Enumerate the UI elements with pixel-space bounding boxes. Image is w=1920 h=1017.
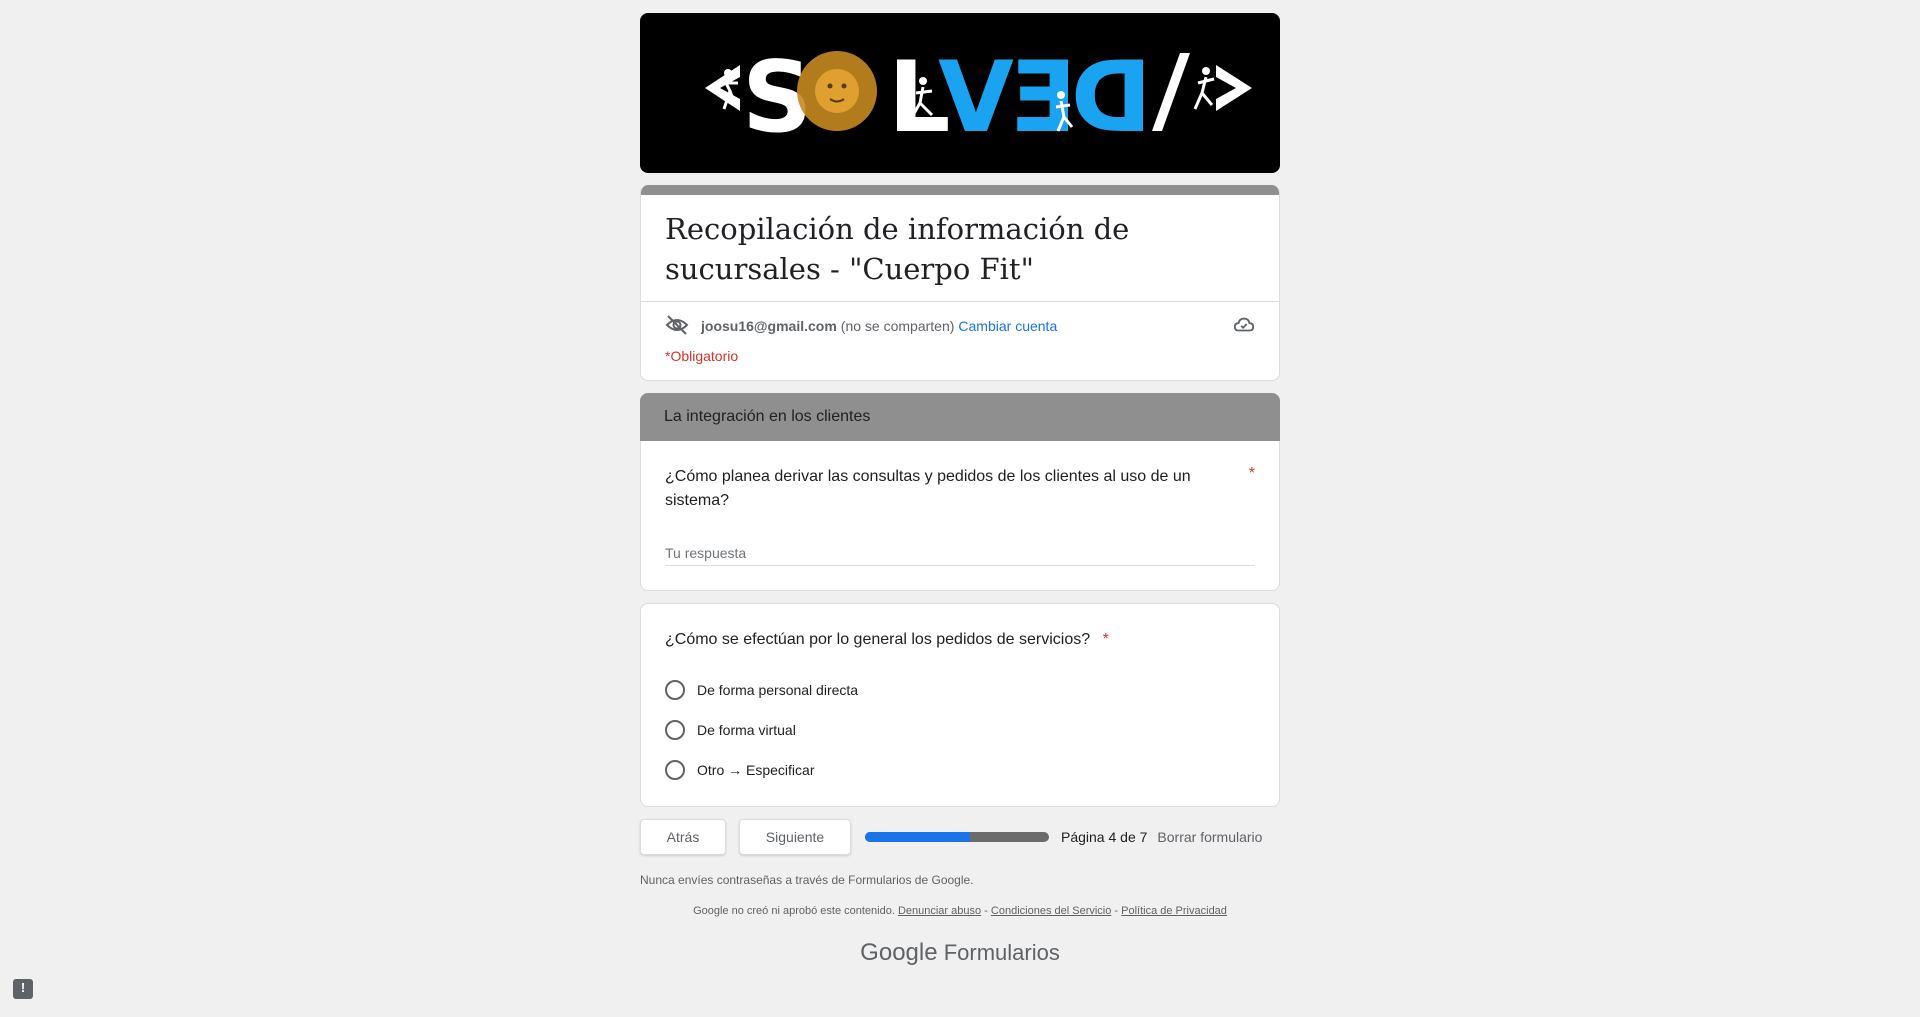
svg-text:E: E <box>1010 41 1077 155</box>
svg-text:D: D <box>1071 41 1152 155</box>
forms-wordmark: Formularios <box>943 940 1060 965</box>
account-row: joosu16@gmail.com (no se comparten) Camb… <box>641 302 1279 338</box>
question-label: ¿Cómo se efectúan por lo general los ped… <box>665 631 1091 648</box>
google-wordmark: Google <box>860 939 938 966</box>
sun-icon <box>797 51 877 131</box>
switch-account-link[interactable]: Cambiar cuenta <box>958 318 1057 334</box>
terms-link[interactable]: Condiciones del Servicio <box>991 905 1111 917</box>
option-label: De forma virtual <box>697 722 796 738</box>
form-title: Recopilación de información de sucursale… <box>665 212 1130 286</box>
form-navigation: Atrás Siguiente Página 4 de 7 Borrar for… <box>640 819 1280 855</box>
title-accent-bar <box>641 185 1279 195</box>
clear-form-button[interactable]: Borrar formulario <box>1157 829 1262 845</box>
report-abuse-link[interactable]: Denunciar abuso <box>898 905 981 917</box>
question-card-2: ¿Cómo se efectúan por lo general los ped… <box>640 603 1280 807</box>
radio-option[interactable]: De forma virtual <box>665 718 1255 742</box>
form-container: S L V E D Recopilación de información de… <box>640 13 1280 967</box>
radio-button[interactable] <box>665 680 685 700</box>
radio-option[interactable]: De forma personal directa <box>665 678 1255 702</box>
solved-logo: S L V E D <box>705 41 1252 155</box>
password-warning: Nunca envíes contraseñas a través de For… <box>640 873 974 887</box>
radio-button[interactable] <box>665 760 685 780</box>
progress-fill <box>865 832 970 842</box>
radio-group: De forma personal directa De forma virtu… <box>665 678 1255 782</box>
account-note: (no se comparten) <box>840 318 955 334</box>
header-banner: S L V E D <box>640 13 1280 173</box>
eye-off-icon <box>665 313 689 340</box>
back-button[interactable]: Atrás <box>640 819 726 855</box>
progress-bar <box>865 832 1049 842</box>
radio-option[interactable]: Otro → Especificar <box>665 758 1255 782</box>
page-indicator: Página 4 de 7 <box>1061 829 1148 845</box>
required-asterisk: * <box>1102 631 1109 648</box>
required-note: *Obligatorio <box>665 348 739 364</box>
question-text: ¿Cómo se efectúan por lo general los ped… <box>665 628 1255 652</box>
question-text: ¿Cómo planea derivar las consultas y ped… <box>665 468 1191 509</box>
privacy-link[interactable]: Política de Privacidad <box>1121 905 1227 917</box>
option-label: De forma personal directa <box>697 682 859 698</box>
next-button[interactable]: Siguiente <box>739 819 851 855</box>
answer-input[interactable]: Tu respuesta <box>665 545 1255 566</box>
cloud-saved-icon <box>1233 314 1255 339</box>
svg-text:V: V <box>938 41 1014 155</box>
account-email: joosu16@gmail.com <box>701 318 837 334</box>
radio-button[interactable] <box>665 720 685 740</box>
option-label: Otro → Especificar <box>697 762 815 778</box>
section-header: La integración en los clientes <box>640 393 1280 441</box>
disclaimer-text: Google no creó ni aprobó este contenido. <box>693 905 895 917</box>
question-card-1: ¿Cómo planea derivar las consultas y ped… <box>640 441 1280 591</box>
disclaimer-row: Google no creó ni aprobó este contenido.… <box>693 905 1227 917</box>
google-forms-logo[interactable]: Google Formularios <box>640 939 1280 967</box>
title-card: Recopilación de información de sucursale… <box>640 185 1280 381</box>
required-asterisk: * <box>1248 465 1255 482</box>
report-issue-icon[interactable]: ! <box>13 979 33 999</box>
